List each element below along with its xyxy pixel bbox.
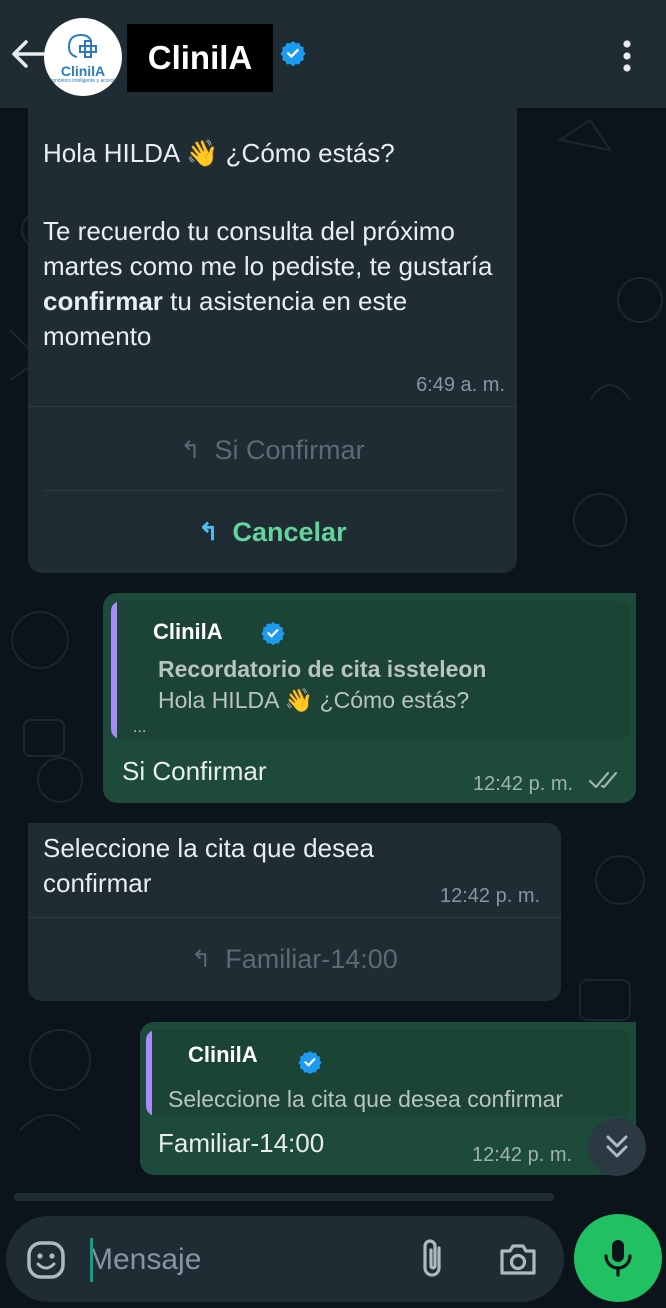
quick-reply-familiar[interactable]: ↰ Familiar-14:00 [28,919,561,999]
message-input[interactable] [86,1234,390,1286]
quick-reply-label: Si Confirmar [214,434,365,465]
divider [44,490,501,491]
double-check-icon [588,771,618,789]
message-greeting: Hola HILDA 👋 ¿Cómo estás? [43,138,395,168]
back-arrow-icon[interactable] [10,36,46,72]
mic-icon [604,1240,632,1277]
clinia-logo-icon [68,33,97,58]
message-composer [6,1216,564,1302]
verified-icon [298,1051,322,1074]
incoming-message-reminder[interactable]: Hola HILDA 👋 ¿Cómo estás? Te recuerdo tu… [28,108,517,573]
quote-bar [111,601,117,739]
message-timestamp: 12:42 p. m. [473,773,574,795]
contact-name: ClinilA [147,39,253,76]
outgoing-message-confirm[interactable]: ClinilA Recordatorio de cita issteleon H… [103,593,636,803]
more-vert-icon[interactable] [612,36,642,76]
scroll-to-bottom-button[interactable] [588,1118,646,1176]
message-text: Familiar-14:00 [158,1128,325,1158]
reply-icon: ↰ [198,518,219,546]
reply-icon: ↰ [191,945,212,973]
avatar-logo-text: ClinilA [60,62,106,79]
attach-icon[interactable] [412,1236,452,1282]
incoming-message-select[interactable]: Seleccione la cita que desea confirmar 1… [28,823,561,1001]
camera-icon[interactable] [496,1238,540,1282]
quoted-message[interactable]: ClinilA Recordatorio de cita issteleon H… [111,601,631,739]
quoted-message[interactable]: ClinilA Seleccione la cita que desea con… [146,1030,631,1116]
partial-message-edge [14,1193,554,1201]
message-text: Seleccione la cita que desea confirmar [43,833,375,898]
outgoing-message-familiar[interactable]: ClinilA Seleccione la cita que desea con… [140,1022,636,1175]
avatar-logo-subtitle: Diagnóstico inteligente y accesible [44,77,122,84]
emoji-icon[interactable] [26,1240,66,1280]
avatar[interactable]: ClinilA Diagnóstico inteligente y accesi… [44,18,122,96]
quote-author: ClinilA [188,1042,258,1067]
quick-reply-cancelar[interactable]: ↰ Cancelar [28,492,517,572]
message-timestamp: 12:42 p. m. [440,885,541,907]
verified-icon [261,622,285,645]
message-body-start: Te recuerdo tu consulta del próximo mart… [43,216,493,281]
quick-reply-si-confirmar[interactable]: ↰ Si Confirmar [28,410,517,490]
divider [28,406,517,407]
message-text: Si Confirmar [122,756,267,786]
quote-text: Seleccione la cita que desea confirmar [168,1086,564,1112]
mic-button[interactable] [574,1214,662,1302]
reply-icon: ↰ [180,436,201,464]
message-body-bold: confirmar [43,286,163,316]
chat-header: ClinilA Diagnóstico inteligente y accesi… [0,0,666,108]
message-timestamp: 12:42 p. m. [472,1144,573,1166]
quick-reply-label: Cancelar [232,516,347,547]
quote-title: Recordatorio de cita issteleon [158,656,487,682]
quote-author: ClinilA [153,619,223,644]
message-body: Te recuerdo tu consulta del próximo mart… [43,214,503,354]
quote-text: Hola HILDA 👋 ¿Cómo estás? [158,687,470,713]
quick-reply-label: Familiar-14:00 [225,943,398,974]
quote-ellipsis: ... [133,719,147,736]
chevron-double-down-icon [606,1135,628,1158]
contact-name-box[interactable]: ClinilA [127,24,273,92]
message-timestamp: 6:49 a. m. [416,374,505,396]
quote-bar [146,1030,152,1116]
divider [28,917,561,918]
verified-icon [280,41,306,66]
text-caret [90,1238,93,1282]
